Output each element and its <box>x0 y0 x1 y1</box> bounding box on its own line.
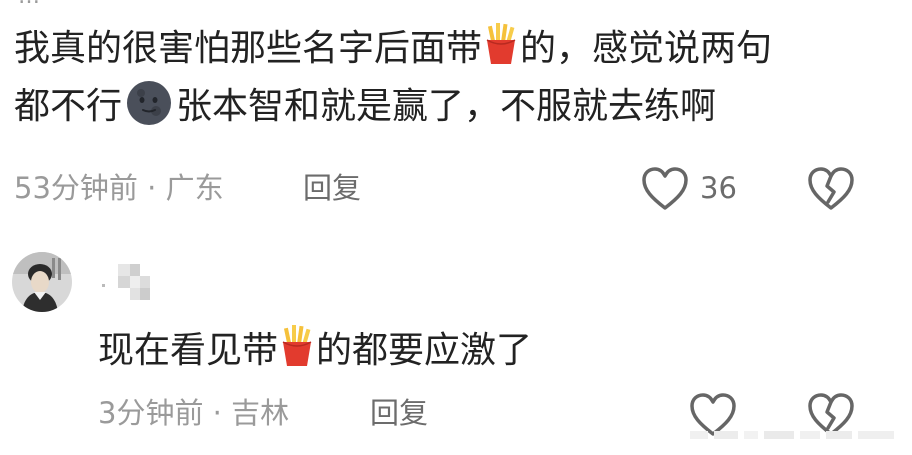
comment-2-text-part: 的都要应激了 <box>316 330 533 371</box>
comment-1-location: 广东 <box>165 171 224 205</box>
new-moon-face-emoji-icon <box>127 81 172 125</box>
avatar[interactable] <box>12 252 72 312</box>
comment-2-text-part: 现在看见带 <box>98 330 279 371</box>
heart-outline-icon[interactable] <box>640 166 690 212</box>
comment-2-time: 3分钟前 <box>98 396 204 430</box>
fries-emoji-icon <box>486 23 516 64</box>
comment-1-meta: 53分钟前 · 广东 <box>14 170 224 206</box>
comment-1-line-1: 我真的很害怕那些名字后面带 的，感觉说两句 <box>14 20 772 78</box>
comment-1-line-2: 都不行 张本智和就是赢了，不服就去练啊 <box>14 78 772 136</box>
comment-1-like-count: 36 <box>700 171 737 205</box>
fries-emoji-icon <box>282 325 312 366</box>
avatar-image <box>12 252 72 312</box>
comment-2-meta: 3分钟前 · 吉林 <box>98 395 289 431</box>
comment-1-text-part: 的，感觉说两句 <box>520 28 773 69</box>
meta-separator: · <box>147 171 157 205</box>
broken-heart-outline-icon[interactable] <box>806 166 856 212</box>
comment-2-reply-button[interactable]: 回复 <box>370 395 428 431</box>
comment-1-text-part: 都不行 <box>14 86 123 127</box>
comment-1-time: 53分钟前 <box>14 171 138 205</box>
watermark-pattern <box>690 431 894 439</box>
comment-1-reply-button[interactable]: 回复 <box>303 170 361 206</box>
username-blurred[interactable] <box>100 262 170 304</box>
comment-1-text-part: 我真的很害怕那些名字后面带 <box>14 28 483 69</box>
comment-1-text: 我真的很害怕那些名字后面带 的，感觉说两句 都不行 张本智和就是赢了，不服就去练… <box>14 20 772 136</box>
comment-2-location: 吉林 <box>231 396 290 430</box>
meta-separator: · <box>212 396 222 430</box>
previous-username-clipped: … <box>18 0 40 8</box>
comment-1-text-part: 张本智和就是赢了，不服就去练啊 <box>176 86 717 127</box>
comment-2-text: 现在看见带 的都要应激了 <box>98 322 532 380</box>
